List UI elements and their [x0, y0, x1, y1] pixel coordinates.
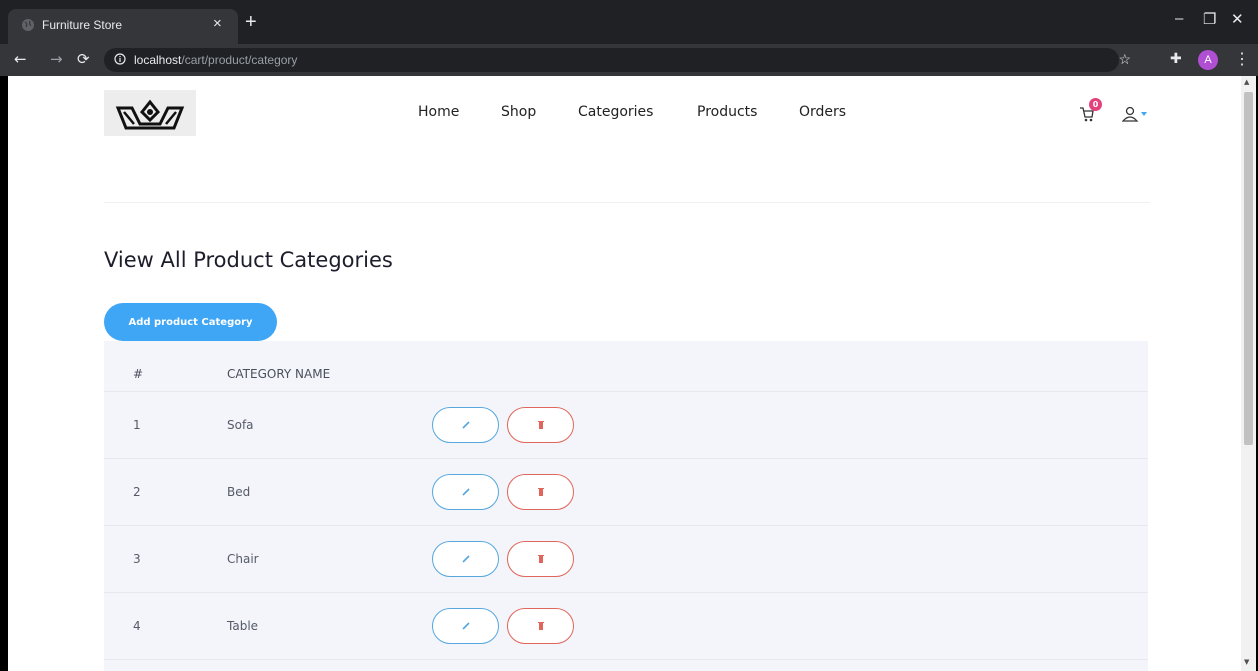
delete-button[interactable]: [507, 608, 574, 644]
new-tab-button[interactable]: +: [245, 11, 257, 34]
header-category-name: CATEGORY NAME: [227, 367, 331, 381]
pencil-icon: [462, 421, 470, 429]
add-product-category-button[interactable]: Add product Category: [104, 303, 277, 341]
tab-title: Furniture Store: [42, 18, 123, 32]
restore-button[interactable]: ❐: [1203, 10, 1216, 28]
user-icon: [1121, 106, 1147, 122]
category-name: Bed: [227, 485, 251, 499]
row-number: 1: [133, 418, 141, 432]
globe-icon: [22, 19, 34, 31]
scroll-up-arrow-icon[interactable]: ▲: [1244, 78, 1249, 86]
scrollbar-thumb[interactable]: [1244, 92, 1253, 445]
scroll-down-arrow-icon[interactable]: ▼: [1244, 658, 1249, 666]
browser-menu-icon[interactable]: ⋮: [1234, 49, 1250, 69]
cart-button[interactable]: 0: [1079, 98, 1102, 126]
edit-button[interactable]: [432, 474, 499, 510]
page-title: View All Product Categories: [104, 248, 393, 272]
pencil-icon: [462, 555, 470, 563]
row-number: 3: [133, 552, 141, 566]
header-divider: [104, 202, 1150, 203]
pencil-icon: [462, 488, 470, 496]
nav-categories[interactable]: Categories: [578, 104, 653, 120]
crown-logo-icon: [104, 90, 196, 136]
trash-icon: [538, 555, 544, 563]
extensions-puzzle-icon[interactable]: ✚: [1170, 51, 1182, 67]
window-border: [0, 76, 8, 671]
trash-icon: [538, 488, 544, 496]
url-text[interactable]: localhost/cart/product/category: [134, 53, 297, 67]
site-logo[interactable]: [104, 90, 196, 136]
nav-home[interactable]: Home: [418, 104, 459, 120]
browser-tab[interactable]: Furniture Store ×: [8, 9, 238, 44]
delete-button[interactable]: [507, 541, 574, 577]
caret-down-icon: [1141, 112, 1147, 116]
back-arrow-icon[interactable]: ←: [14, 50, 27, 68]
browser-tab-bar: Furniture Store × + – ❐ ✕: [0, 0, 1258, 44]
categories-table: # CATEGORY NAME 1 Sofa 2 Bed 3 Chair 4 T…: [104, 341, 1148, 671]
bookmark-star-icon[interactable]: ☆: [1118, 51, 1131, 68]
delete-button[interactable]: [507, 407, 574, 443]
cart-count-badge: 0: [1089, 98, 1102, 111]
table-header: # CATEGORY NAME: [104, 341, 1148, 392]
web-page: Home Shop Categories Products Orders 0 V…: [8, 76, 1241, 671]
table-row: 1 Sofa: [104, 392, 1148, 459]
header-number: #: [133, 367, 144, 381]
pencil-icon: [462, 622, 470, 630]
info-icon[interactable]: [114, 53, 126, 65]
forward-arrow-icon[interactable]: →: [50, 50, 63, 68]
category-name: Table: [227, 619, 259, 633]
reload-icon[interactable]: ⟳: [77, 50, 90, 68]
url-host: localhost: [134, 53, 182, 67]
edit-button[interactable]: [432, 608, 499, 644]
edit-button[interactable]: [432, 541, 499, 577]
nav-products[interactable]: Products: [697, 104, 757, 120]
table-row: 2 Bed: [104, 459, 1148, 526]
tab-close-icon[interactable]: ×: [213, 15, 222, 32]
minimize-button[interactable]: –: [1175, 10, 1183, 27]
trash-icon: [538, 622, 544, 630]
user-menu-button[interactable]: [1121, 106, 1148, 126]
nav-shop[interactable]: Shop: [501, 104, 536, 120]
table-row: 4 Table: [104, 593, 1148, 660]
nav-orders[interactable]: Orders: [799, 104, 846, 120]
delete-button[interactable]: [507, 474, 574, 510]
close-window-button[interactable]: ✕: [1231, 10, 1244, 28]
category-name: Chair: [227, 552, 259, 566]
vertical-scrollbar[interactable]: ▲ ▼: [1241, 76, 1256, 671]
profile-avatar[interactable]: A: [1198, 50, 1218, 70]
address-bar[interactable]: localhost/cart/product/category ☆: [104, 48, 1131, 72]
browser-toolbar: ← → ⟳ localhost/cart/product/category ☆ …: [0, 44, 1258, 76]
trash-icon: [538, 421, 544, 429]
table-row: 3 Chair: [104, 526, 1148, 593]
category-name: Sofa: [227, 418, 254, 432]
row-number: 2: [133, 485, 141, 499]
row-number: 4: [133, 619, 141, 633]
edit-button[interactable]: [432, 407, 499, 443]
url-path: /cart/product/category: [181, 53, 298, 67]
